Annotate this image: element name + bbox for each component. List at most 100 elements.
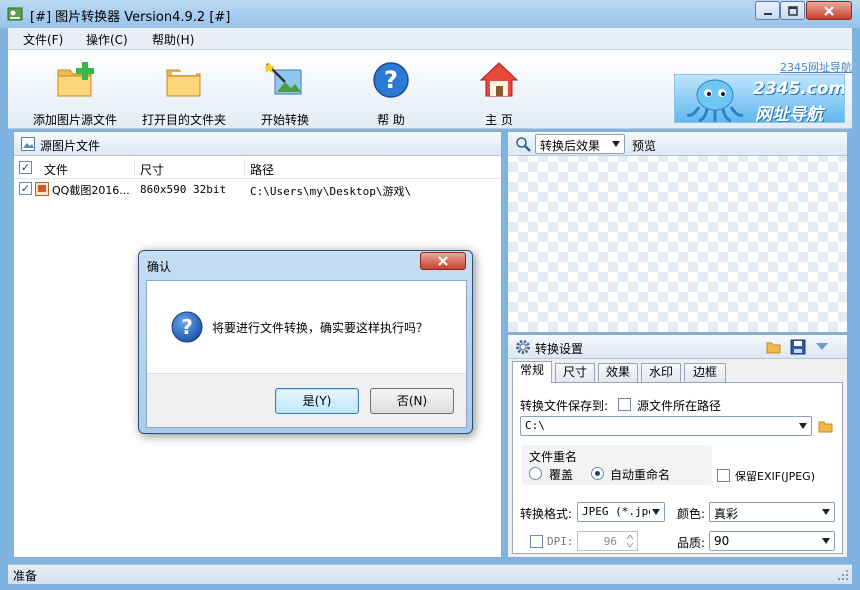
save-icon[interactable] — [790, 339, 806, 355]
chevron-down-icon — [822, 509, 830, 515]
title-bar: [#] 图片转换器 Version4.9.2 [#] — [0, 0, 860, 28]
open-folder-icon[interactable] — [766, 339, 782, 355]
close-icon — [438, 256, 448, 266]
column-path[interactable]: 路径 — [250, 161, 274, 178]
confirm-dialog: 确认 ? 将要进行文件转换，确实要这样执行吗？ 是(Y) 否(N) — [138, 250, 473, 434]
window-title: [#] 图片转换器 Version4.9.2 [#] — [30, 10, 231, 25]
yes-button[interactable]: 是(Y) — [275, 388, 359, 414]
ad-banner[interactable]: 2345.com 网址导航 — [674, 74, 845, 123]
tab-effect[interactable]: 效果 — [598, 363, 638, 382]
source-panel-header: 源图片文件 — [14, 132, 501, 156]
ad-text-name: 网址导航 — [755, 105, 823, 123]
format-label: 转换格式: — [520, 507, 573, 521]
help-icon: ? — [373, 62, 409, 98]
maximize-button[interactable] — [780, 1, 805, 20]
status-bar: 准备 — [8, 564, 852, 584]
dialog-close-button[interactable] — [420, 252, 466, 270]
folder-open-icon — [166, 69, 201, 97]
format-select[interactable]: JPEG (*.jpg — [577, 502, 665, 522]
svg-text:?: ? — [384, 66, 398, 94]
save-path-value: C:\ — [525, 419, 545, 432]
dialog-message: 将要进行文件转换，确实要这样执行吗？ — [212, 321, 429, 335]
keep-exif-checkbox[interactable] — [717, 469, 730, 482]
row-size: 860x590 32bit — [140, 183, 227, 196]
chevron-down-icon — [822, 538, 830, 544]
settings-title: 转换设置 — [535, 342, 584, 356]
question-icon: ? — [171, 311, 203, 343]
row-path: C:\Users\my\Desktop\游戏\ — [250, 185, 412, 198]
browse-folder-icon[interactable] — [818, 418, 834, 434]
help-button[interactable]: ? 帮 助 — [361, 60, 421, 128]
collapse-chevron-icon[interactable] — [814, 341, 830, 353]
auto-rename-label: 自动重命名 — [610, 468, 671, 482]
octopus-mascot-icon — [686, 79, 744, 122]
gear-icon — [516, 340, 530, 354]
overwrite-label: 覆盖 — [549, 468, 574, 482]
menu-file[interactable]: 文件(F) — [23, 31, 63, 48]
select-all-checkbox[interactable]: ✓ — [19, 161, 32, 174]
rename-group: 文件重名 覆盖 自动重命名 — [522, 445, 712, 485]
svg-text:?: ? — [181, 315, 193, 339]
ad-text-domain: 2345.com — [753, 79, 845, 99]
dialog-footer: 是(Y) 否(N) — [147, 373, 466, 427]
start-convert-label: 开始转换 — [260, 113, 309, 127]
chevron-down-icon — [652, 509, 660, 515]
folder-add-icon — [57, 62, 94, 97]
chevron-down-icon — [799, 423, 807, 429]
color-select[interactable]: 真彩 — [709, 502, 835, 522]
minimize-icon — [763, 12, 772, 15]
quality-select[interactable]: 90 — [709, 531, 835, 551]
row-file-name: QQ截图2016... — [52, 184, 130, 197]
dpi-label: DPI: — [547, 535, 574, 548]
dpi-stepper[interactable]: 96 — [577, 531, 638, 551]
quality-label: 品质: — [677, 536, 706, 550]
quality-value: 90 — [714, 534, 730, 548]
add-source-button[interactable]: 添加图片源文件 — [23, 60, 127, 128]
table-row[interactable]: ✓ QQ截图2016... 860x590 32bit C:\Users\my\… — [14, 180, 501, 198]
help-label: 帮 助 — [377, 113, 405, 127]
menu-help[interactable]: 帮助(H) — [152, 31, 194, 48]
settings-header: 转换设置 — [508, 335, 847, 359]
add-source-label: 添加图片源文件 — [32, 113, 117, 127]
magnifier-icon — [516, 137, 531, 152]
ad-link[interactable]: 2345网址导航 — [780, 59, 852, 75]
preview-header: 转换后效果 预览 — [508, 132, 847, 156]
source-path-checkbox[interactable] — [618, 398, 631, 411]
menu-operation[interactable]: 操作(C) — [86, 31, 128, 48]
home-icon — [479, 62, 519, 97]
preview-mode-select[interactable]: 转换后效果 — [535, 134, 625, 154]
spin-arrows-icon — [626, 534, 634, 548]
keep-exif-label: 保留EXIF(JPEG) — [735, 470, 815, 483]
tab-general[interactable]: 常规 — [512, 361, 552, 383]
tab-size[interactable]: 尺寸 — [555, 363, 595, 382]
tab-watermark[interactable]: 水印 — [641, 363, 681, 382]
source-path-label: 源文件所在路径 — [637, 399, 722, 413]
minimize-button[interactable] — [755, 1, 780, 20]
home-button[interactable]: 主 页 — [469, 60, 529, 128]
color-label: 颜色: — [677, 507, 706, 521]
no-button[interactable]: 否(N) — [370, 388, 454, 414]
status-text: 准备 — [13, 569, 38, 583]
column-file[interactable]: 文件 — [44, 161, 68, 178]
row-checkbox[interactable]: ✓ — [19, 182, 32, 195]
preview-label: 预览 — [632, 139, 657, 153]
column-size[interactable]: 尺寸 — [140, 161, 164, 178]
save-path-select[interactable]: C:\ — [520, 416, 812, 436]
open-target-button[interactable]: 打开目的文件夹 — [132, 60, 236, 128]
overwrite-radio[interactable] — [529, 467, 542, 480]
start-convert-button[interactable]: 开始转换 — [245, 60, 325, 128]
resize-grip-icon[interactable] — [837, 569, 849, 581]
dialog-body: ? 将要进行文件转换，确实要这样执行吗？ 是(Y) 否(N) — [146, 280, 467, 428]
image-file-icon — [35, 182, 49, 196]
dpi-checkbox[interactable] — [530, 535, 543, 548]
dialog-title: 确认 — [147, 260, 172, 274]
home-label: 主 页 — [485, 113, 513, 127]
save-to-label: 转换文件保存到: — [520, 399, 609, 413]
auto-rename-radio[interactable] — [591, 467, 604, 480]
maximize-icon — [787, 5, 798, 16]
close-button[interactable] — [806, 1, 852, 20]
file-list-header: ✓ 文件 尺寸 路径 — [14, 157, 501, 179]
preview-mode-value: 转换后效果 — [540, 139, 601, 153]
open-target-label: 打开目的文件夹 — [141, 113, 226, 127]
tab-border[interactable]: 边框 — [684, 363, 726, 382]
